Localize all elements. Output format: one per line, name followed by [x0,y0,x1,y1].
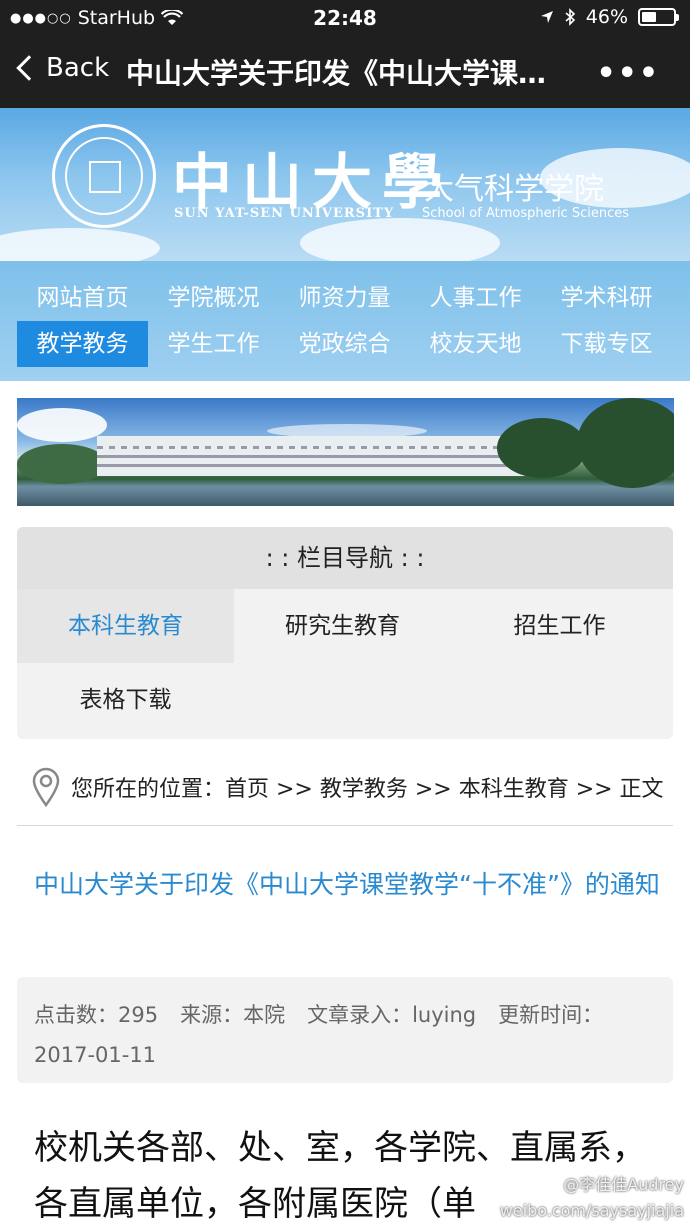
more-options-icon[interactable]: ••• [596,56,660,91]
menu-item-about[interactable]: 学院概况 [148,275,279,321]
campus-photo [17,398,674,506]
article-source: 来源：本院 [180,1003,286,1027]
menu-item-teaching[interactable]: 教学教务 [17,321,148,367]
bluetooth-icon [565,8,575,26]
cloud-decoration [300,218,500,261]
nav-bar: Back 中山大学关于印发《中山大学课… ••• [0,36,690,108]
weibo-watermark: @李佳佳Audrey weibo.com/saysayjiajia [500,1172,684,1224]
page-title: 中山大学关于印发《中山大学课… [126,57,547,90]
click-count: 点击数：295 [34,1003,159,1027]
site-header-banner: 中山大學 SUN YAT-SEN UNIVERSITY 大气科学学院 Schoo… [0,108,690,261]
school-name-cn: 大气科学学院 [424,172,604,207]
battery-icon [638,8,679,26]
category-admissions[interactable]: 招生工作 [451,589,668,663]
category-forms[interactable]: 表格下载 [17,663,234,737]
menu-item-downloads[interactable]: 下载专区 [541,321,672,367]
chevron-left-icon [16,55,42,81]
menu-item-alumni[interactable]: 校友天地 [410,321,541,367]
menu-item-hr[interactable]: 人事工作 [410,275,541,321]
menu-item-students[interactable]: 学生工作 [148,321,279,367]
back-button[interactable]: Back [16,53,110,83]
breadcrumb-text: 您所在的位置：首页 >> 教学教务 >> 本科生教育 >> 正文 [71,776,664,802]
category-nav-heading: : : 栏目导航 : : [17,527,673,589]
university-name-en: SUN YAT-SEN UNIVERSITY [174,206,395,221]
category-graduate[interactable]: 研究生教育 [234,589,451,663]
category-nav: : : 栏目导航 : : 本科生教育 研究生教育 招生工作 表格下载 [17,527,673,739]
category-undergrad[interactable]: 本科生教育 [17,589,234,663]
article-title: 中山大学关于印发《中山大学课堂教学“十不准”》的通知 [34,870,660,899]
article-editor: 文章录入：luying [307,1003,477,1027]
back-label: Back [46,53,110,83]
school-name-en: School of Atmospheric Sciences [422,206,629,221]
watermark-url: weibo.com/saysayjiajia [499,1201,684,1220]
campus-building [97,436,537,476]
menu-item-research[interactable]: 学术科研 [541,275,672,321]
university-seal-logo [52,124,156,228]
menu-item-party[interactable]: 党政综合 [279,321,410,367]
article-meta: 点击数：295 来源：本院 文章录入：luying 更新时间：2017-01-11 [17,977,673,1083]
location-pin-icon [32,767,60,807]
watermark-user: @李佳佳Audrey [563,1175,684,1194]
cloud-decoration [0,228,160,261]
main-menu: 网站首页 学院概况 师资力量 人事工作 学术科研 教学教务 学生工作 党政综合 … [0,261,690,381]
menu-item-home[interactable]: 网站首页 [17,275,148,321]
location-arrow-icon [540,11,553,23]
status-bar: ●●●○○ StarHub 22:48 46% [0,0,690,36]
battery-percent: 46% [585,6,628,28]
breadcrumb: 您所在的位置：首页 >> 教学教务 >> 本科生教育 >> 正文 [17,748,673,826]
menu-item-faculty[interactable]: 师资力量 [279,275,410,321]
